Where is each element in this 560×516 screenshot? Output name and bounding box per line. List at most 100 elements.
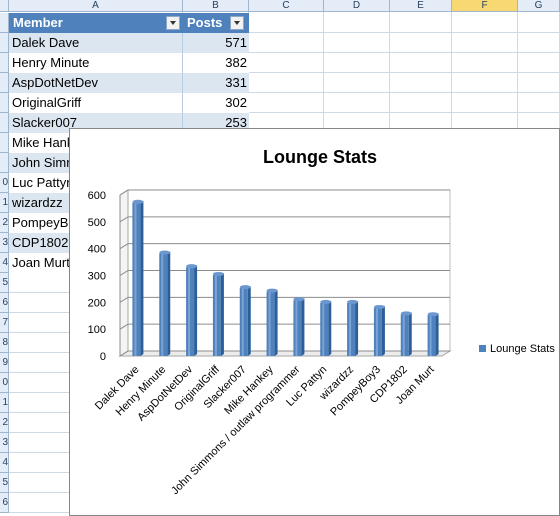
bar-side (194, 265, 198, 356)
bar-top (212, 271, 224, 276)
bar (293, 300, 302, 356)
cell-divider (182, 73, 183, 93)
row-header[interactable] (0, 113, 9, 133)
column-header-g[interactable]: G (518, 0, 560, 12)
bar-side (301, 298, 305, 356)
bar-top (132, 199, 144, 204)
y-tick-label: 200 (88, 297, 106, 309)
row-header[interactable]: 5 (0, 273, 9, 293)
row-header[interactable] (0, 133, 9, 153)
member-cell[interactable]: OriginalGriff (12, 93, 182, 113)
bar-top (186, 264, 198, 269)
bar-side (220, 272, 224, 356)
row-header[interactable]: 1 (0, 393, 9, 413)
row-header[interactable]: 2 (0, 413, 9, 433)
bar-side (167, 251, 171, 356)
cell-divider (182, 93, 183, 113)
bar-highlight (214, 274, 217, 356)
bar-top (239, 285, 251, 290)
posts-filter-button[interactable] (230, 16, 244, 30)
posts-cell[interactable]: 571 (185, 33, 247, 53)
bar-highlight (268, 291, 271, 356)
bar-top (347, 299, 359, 304)
member-header[interactable]: Member (13, 13, 173, 33)
cell-divider (182, 53, 183, 73)
table-row: Dalek Dave 571 (9, 33, 249, 53)
table-header-row: Member Posts (9, 13, 249, 33)
bar-top (427, 312, 439, 317)
bar-side (328, 300, 332, 356)
chart-title: Lounge Stats (263, 147, 377, 167)
column-header-c[interactable]: C (249, 0, 324, 12)
row-header[interactable] (0, 93, 9, 113)
posts-cell[interactable]: 302 (185, 93, 247, 113)
bar-top (293, 297, 305, 302)
row-header[interactable]: 8 (0, 333, 9, 353)
bar (186, 267, 195, 356)
row-header[interactable] (0, 13, 9, 33)
row-header[interactable]: 9 (0, 353, 9, 373)
row-header[interactable]: 6 (0, 493, 9, 513)
row-header[interactable]: 0 (0, 173, 9, 193)
chart[interactable]: Lounge Stats 0 100 200 300 400 500 600 Dalek Dav… (69, 128, 560, 516)
column-header-b[interactable]: B (183, 0, 249, 12)
member-filter-button[interactable] (166, 16, 180, 30)
bar-side (381, 305, 385, 356)
row-header[interactable]: 6 (0, 293, 9, 313)
row-header[interactable]: 4 (0, 253, 9, 273)
bar-highlight (134, 202, 137, 356)
select-all-corner[interactable] (0, 0, 9, 12)
y-tick-label: 500 (88, 217, 106, 229)
posts-cell[interactable]: 382 (185, 53, 247, 73)
bar-highlight (295, 300, 298, 356)
bar-highlight (161, 253, 164, 356)
row-header[interactable]: 0 (0, 373, 9, 393)
row-header[interactable]: 1 (0, 193, 9, 213)
legend-label: Lounge Stats (490, 343, 555, 355)
row-header[interactable] (0, 33, 9, 53)
y-tick-label: 400 (88, 244, 106, 256)
bar-side (435, 313, 439, 356)
bar-top (373, 304, 385, 309)
bar-side (247, 286, 251, 356)
column-header-f[interactable]: F (452, 0, 518, 12)
bar-highlight (429, 315, 432, 356)
column-header-a[interactable]: A (9, 0, 183, 12)
bar-highlight (188, 267, 191, 356)
member-cell[interactable]: Dalek Dave (12, 33, 182, 53)
row-header[interactable]: 7 (0, 313, 9, 333)
row-header[interactable]: 3 (0, 433, 9, 453)
row-header[interactable] (0, 153, 9, 173)
bar-side (274, 289, 278, 356)
bar-highlight (375, 307, 378, 356)
table-row: AspDotNetDev 331 (9, 73, 249, 93)
row-header[interactable]: 5 (0, 473, 9, 493)
bar (132, 202, 141, 356)
row-header[interactable] (0, 73, 9, 93)
bar-highlight (241, 288, 244, 356)
bar-top (266, 288, 278, 293)
bar-highlight (349, 302, 352, 356)
y-tick-label: 300 (88, 271, 106, 283)
posts-cell[interactable]: 331 (185, 73, 247, 93)
bar-top (320, 299, 332, 304)
bar-top (159, 250, 171, 255)
bar-side (355, 300, 359, 356)
column-header-d[interactable]: D (324, 0, 390, 12)
y-tick-label: 0 (100, 351, 106, 363)
table-row: OriginalGriff 302 (9, 93, 249, 113)
table-row: Henry Minute 382 (9, 53, 249, 73)
legend-swatch (479, 345, 486, 352)
cell-divider (182, 33, 183, 53)
member-cell[interactable]: AspDotNetDev (12, 73, 182, 93)
bar-highlight (322, 302, 325, 356)
y-tick-label: 600 (88, 190, 106, 202)
y-tick-label: 100 (88, 324, 106, 336)
bar-side (408, 312, 412, 356)
row-header[interactable] (0, 53, 9, 73)
row-header[interactable]: 3 (0, 233, 9, 253)
row-header[interactable]: 2 (0, 213, 9, 233)
column-header-e[interactable]: E (390, 0, 452, 12)
member-cell[interactable]: Henry Minute (12, 53, 182, 73)
row-header[interactable]: 4 (0, 453, 9, 473)
